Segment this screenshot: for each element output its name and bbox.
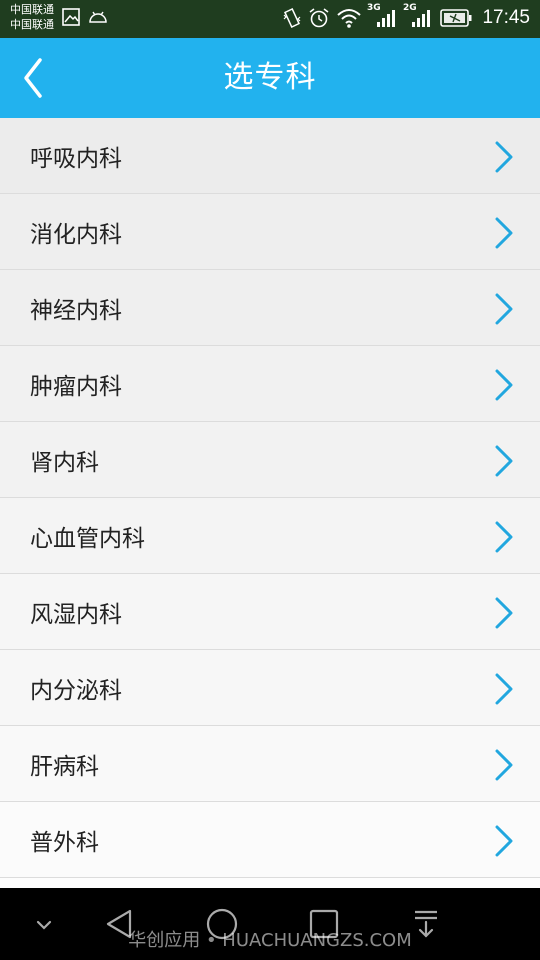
list-item-label: 心血管内科: [30, 525, 145, 552]
chevron-right-icon: [495, 217, 513, 249]
chevron-right-icon: [495, 825, 513, 857]
list-item[interactable]: 肾内科: [0, 422, 540, 498]
list-item-label: 肿瘤内科: [30, 373, 122, 400]
vibrate-icon: [283, 8, 301, 28]
list-item[interactable]: 肿瘤内科: [0, 346, 540, 422]
list-item[interactable]: 风湿内科: [0, 574, 540, 650]
list-item-label: 风湿内科: [30, 601, 122, 628]
list-item[interactable]: 神经内科: [0, 270, 540, 346]
list-item-label: 肾内科: [30, 449, 99, 476]
list-item[interactable]: 普外科: [0, 802, 540, 878]
page-title: 选专科: [223, 60, 317, 95]
chevron-right-icon: [495, 293, 513, 325]
list-item[interactable]: 消化内科: [0, 194, 540, 270]
list-item-label: 内分泌科: [30, 677, 122, 704]
chevron-right-icon: [495, 141, 513, 173]
chevron-right-icon: [495, 521, 513, 553]
alarm-icon: [309, 8, 329, 28]
chevron-right-icon: [495, 749, 513, 781]
chevron-right-icon: [495, 445, 513, 477]
signal-icon: [412, 10, 430, 27]
chevron-right-icon: [495, 673, 513, 705]
android-icon: [89, 11, 107, 23]
list-item-label: 普外科: [30, 829, 99, 856]
signal-icon: [377, 10, 395, 27]
list-item[interactable]: 肝病科: [0, 726, 540, 802]
header-bar: 选专科: [0, 38, 540, 118]
carrier-2: 中国联通: [10, 18, 54, 31]
chevron-right-icon: [495, 369, 513, 401]
chevron-right-icon: [495, 597, 513, 629]
carrier-1: 中国联通: [10, 3, 54, 16]
system-nav-bar: 华创应用 • HUACHUANGZS.COM: [0, 888, 540, 960]
carrier-info: 中国联通 中国联通: [10, 2, 54, 32]
battery-icon: [440, 9, 472, 27]
wifi-icon: [337, 9, 361, 28]
status-bar: 中国联通 中国联通 3G 2G 17:45: [0, 0, 540, 38]
department-list: 呼吸内科 消化内科 神经内科 肿瘤内科 肾内科 心血管内科 风湿内科 内分泌科 …: [0, 118, 540, 888]
list-item-label: 肝病科: [30, 753, 99, 780]
list-item-partial[interactable]: [0, 878, 540, 888]
list-item[interactable]: 呼吸内科: [0, 118, 540, 194]
list-item[interactable]: 心血管内科: [0, 498, 540, 574]
list-item-label: 消化内科: [30, 221, 122, 248]
list-item[interactable]: 内分泌科: [0, 650, 540, 726]
list-item-label: 呼吸内科: [30, 145, 122, 172]
image-icon: [62, 8, 80, 26]
watermark: 华创应用 • HUACHUANGZS.COM: [128, 930, 412, 951]
list-item-label: 神经内科: [30, 297, 122, 324]
clock: 17:45: [482, 7, 530, 28]
